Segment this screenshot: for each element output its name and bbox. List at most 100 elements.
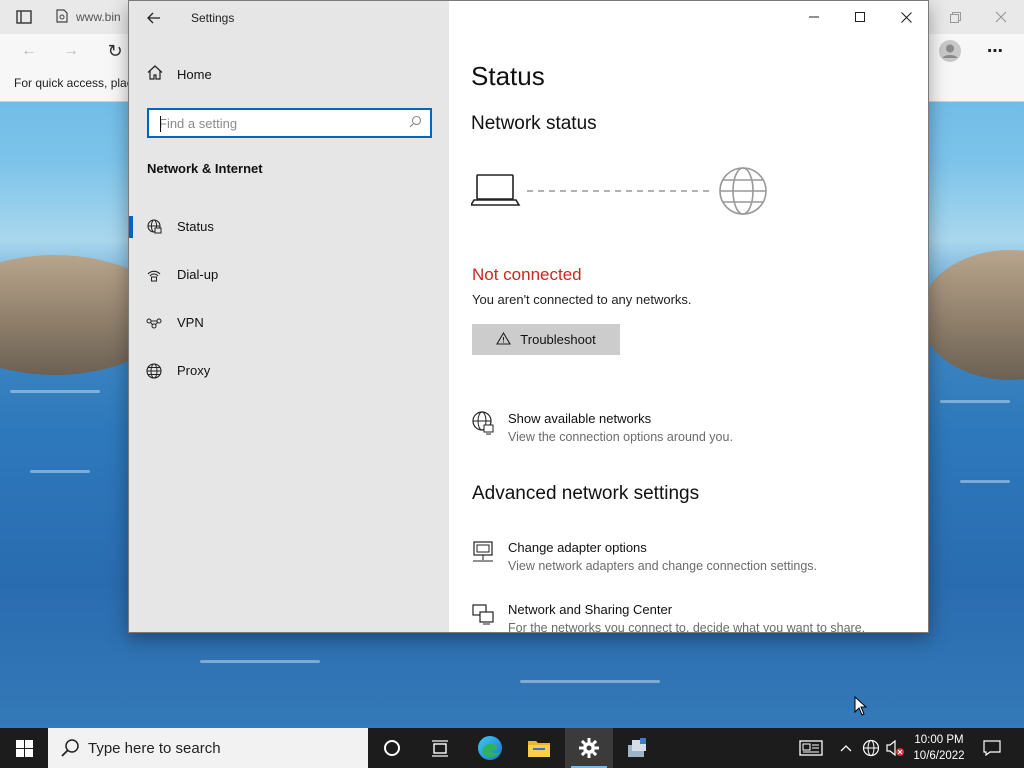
taskbar-edge[interactable] xyxy=(466,728,514,768)
search-icon xyxy=(409,115,422,131)
page-icon xyxy=(56,8,68,26)
sharing-center-desc: For the networks you connect to, decide … xyxy=(508,621,866,633)
taskbar: Type here to search 10:00 PM 10/6/2022 xyxy=(0,728,1024,768)
wallpaper-streak xyxy=(10,390,100,393)
page-title: Status xyxy=(471,61,545,91)
network-tray-button[interactable] xyxy=(860,728,882,768)
network-adapter-icon xyxy=(471,540,495,564)
close-icon[interactable] xyxy=(990,6,1012,28)
sharing-center-title: Network and Sharing Center xyxy=(508,602,673,617)
minimize-button[interactable] xyxy=(791,1,837,33)
dialup-icon xyxy=(146,267,162,283)
vpn-icon xyxy=(146,315,162,331)
task-view-button[interactable] xyxy=(416,728,464,768)
taskbar-search-placeholder: Type here to search xyxy=(88,740,221,757)
taskbar-file-explorer[interactable] xyxy=(515,728,563,768)
folder-icon xyxy=(528,741,550,757)
wallpaper-streak xyxy=(520,680,660,683)
windows-logo-icon xyxy=(15,739,33,757)
laptop-icon xyxy=(469,174,521,206)
start-button[interactable] xyxy=(0,728,48,768)
notification-icon xyxy=(983,740,1001,756)
action-center-button[interactable] xyxy=(978,728,1006,768)
taskbar-search-box[interactable]: Type here to search xyxy=(48,728,368,768)
taskbar-settings[interactable] xyxy=(565,728,613,768)
home-link[interactable]: Home xyxy=(147,65,212,83)
sidebar-item-label: Status xyxy=(177,219,214,234)
network-status-heading: Network status xyxy=(471,113,597,134)
news-icon xyxy=(799,740,823,756)
settings-sidebar: Settings Home Network & Internet Status xyxy=(129,1,449,632)
cortana-icon xyxy=(384,740,400,756)
sidebar-item-label: Dial-up xyxy=(177,267,219,282)
network-status-icon xyxy=(146,219,162,235)
warning-icon xyxy=(496,331,512,348)
close-button[interactable] xyxy=(883,1,928,33)
restore-icon[interactable] xyxy=(944,6,966,28)
show-hidden-icons-button[interactable] xyxy=(836,728,856,768)
wallpaper-hill-right xyxy=(920,250,1024,380)
forward-icon[interactable]: → xyxy=(60,40,82,62)
sidebar-item-dialup[interactable]: Dial-up xyxy=(129,257,449,293)
find-setting-input[interactable] xyxy=(159,115,399,131)
wallpaper-streak xyxy=(200,660,320,663)
wallpaper-streak xyxy=(960,480,1010,483)
connection-status-text: Not connected xyxy=(472,265,582,284)
chevron-up-icon xyxy=(840,745,852,752)
back-icon[interactable] xyxy=(143,7,165,29)
change-adapter-title: Change adapter options xyxy=(508,540,647,555)
mouse-cursor-icon xyxy=(854,695,868,721)
news-widget-button[interactable] xyxy=(796,728,826,768)
app-icon xyxy=(628,738,646,757)
network-status-diagram xyxy=(469,161,781,221)
settings-content: Status Network status Not connected You xyxy=(449,1,928,633)
home-icon xyxy=(147,65,163,83)
settings-window: Settings Home Network & Internet Status xyxy=(128,0,929,633)
tab-actions-icon[interactable] xyxy=(14,8,34,26)
maximize-icon xyxy=(855,12,865,22)
taskbar-app[interactable] xyxy=(614,728,662,768)
settings-search-box[interactable] xyxy=(147,108,432,138)
minimize-icon xyxy=(809,16,819,18)
window-title: Settings xyxy=(191,11,235,25)
network-sharing-center-link[interactable]: Network and Sharing Center For the netwo… xyxy=(471,602,911,633)
sidebar-item-status[interactable]: Status xyxy=(129,209,449,245)
sidebar-item-label: VPN xyxy=(177,315,204,330)
change-adapter-options-link[interactable]: Change adapter options View network adap… xyxy=(471,540,911,580)
browser-tab-title: www.bin xyxy=(76,10,121,24)
globe-icon xyxy=(719,167,767,215)
change-adapter-desc: View network adapters and change connect… xyxy=(508,559,817,573)
clock-date: 10/6/2022 xyxy=(913,750,965,762)
show-networks-title: Show available networks xyxy=(508,411,652,426)
network-globe-icon xyxy=(471,411,495,435)
troubleshoot-label: Troubleshoot xyxy=(520,332,596,347)
network-globe-tray-icon xyxy=(862,739,880,757)
refresh-icon[interactable]: ↻ xyxy=(104,40,126,62)
troubleshoot-button[interactable]: Troubleshoot xyxy=(472,324,620,355)
wallpaper-streak xyxy=(30,470,90,473)
edge-icon xyxy=(478,736,502,760)
connection-status-description: You aren't connected to any networks. xyxy=(472,292,692,307)
browser-tab[interactable]: www.bin xyxy=(48,2,138,32)
globe-icon xyxy=(146,363,162,379)
volume-tray-button[interactable] xyxy=(884,728,906,768)
home-label: Home xyxy=(177,66,212,82)
back-icon[interactable]: ← xyxy=(18,40,40,62)
sidebar-item-proxy[interactable]: Proxy xyxy=(129,353,449,389)
show-networks-desc: View the connection options around you. xyxy=(508,430,733,444)
volume-muted-icon xyxy=(886,739,904,757)
clock-time: 10:00 PM xyxy=(914,734,964,746)
profile-icon[interactable] xyxy=(938,39,962,63)
cortana-button[interactable] xyxy=(368,728,416,768)
sidebar-item-vpn[interactable]: VPN xyxy=(129,305,449,341)
show-networks-link[interactable]: Show available networks View the connect… xyxy=(471,411,911,451)
advanced-settings-heading: Advanced network settings xyxy=(472,483,700,504)
sharing-center-icon xyxy=(471,602,495,626)
task-view-icon xyxy=(432,740,448,757)
close-icon xyxy=(900,11,912,23)
sidebar-item-label: Proxy xyxy=(177,363,211,378)
maximize-button[interactable] xyxy=(837,1,883,33)
search-icon xyxy=(60,738,80,763)
taskbar-clock[interactable]: 10:00 PM 10/6/2022 xyxy=(905,732,973,764)
more-icon[interactable]: ⋯ xyxy=(984,40,1006,62)
